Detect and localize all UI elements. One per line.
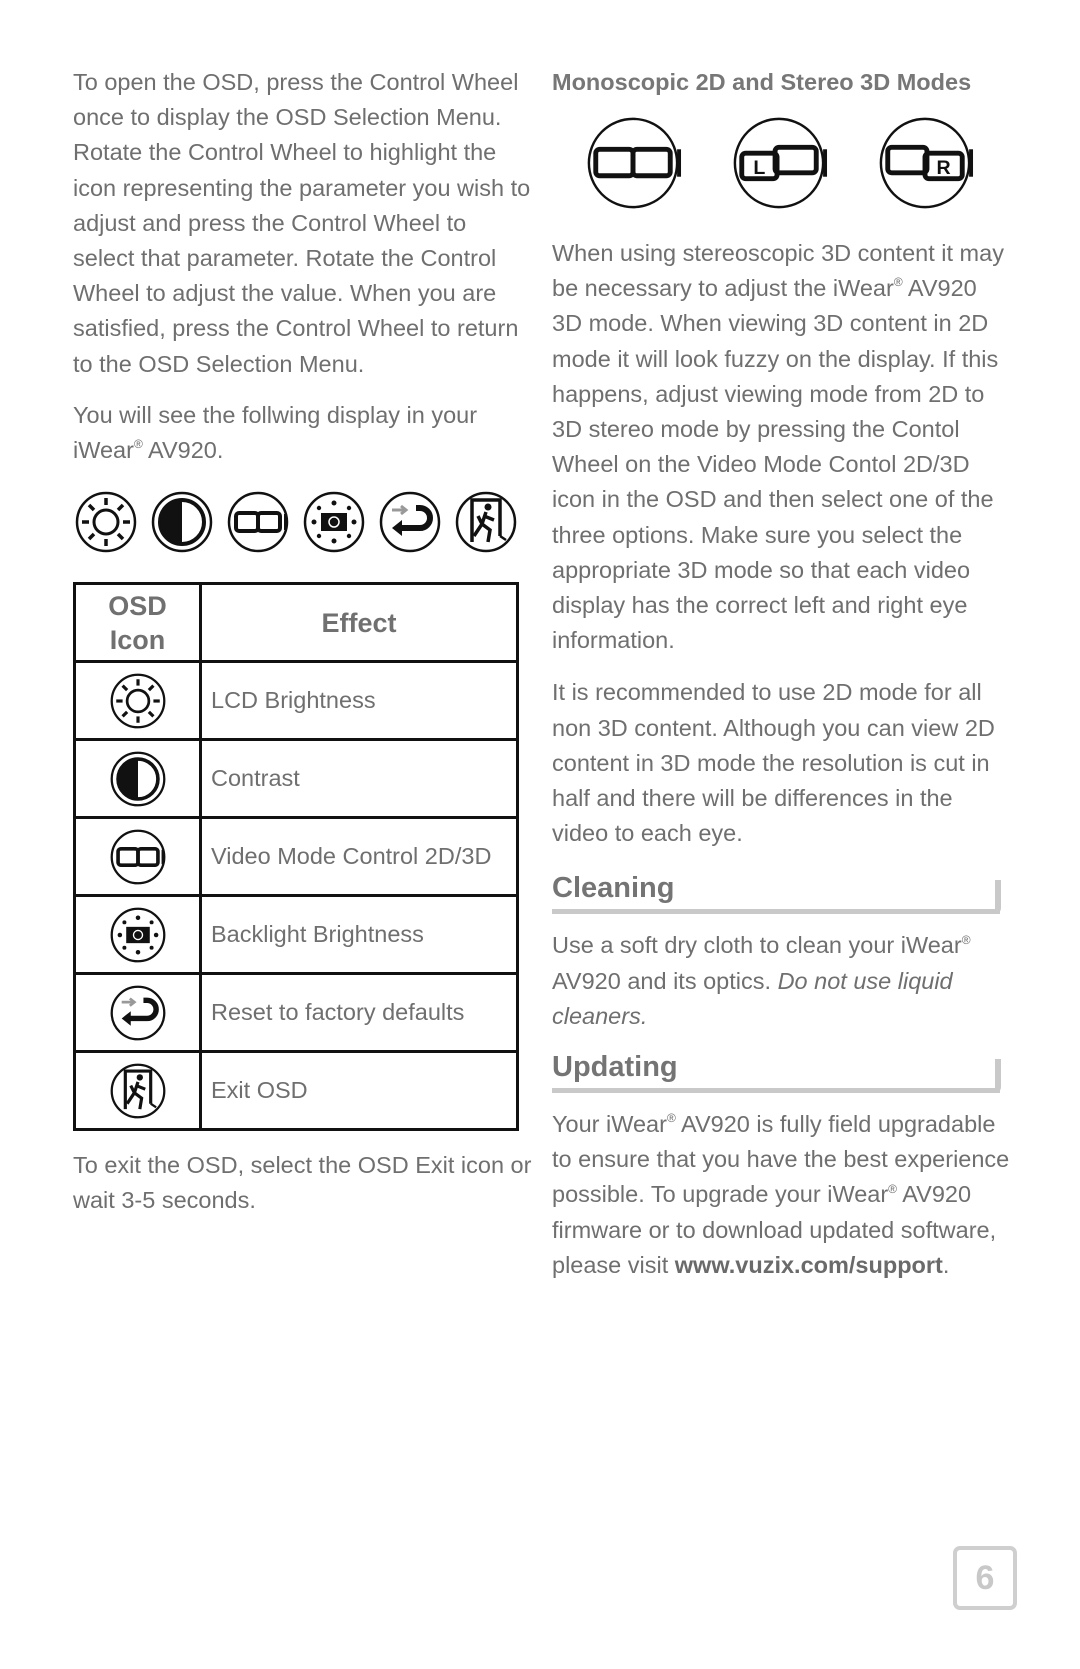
cleaning-heading: Cleaning <box>552 872 675 905</box>
glasses-icon <box>109 828 167 886</box>
right-eye-letter: R <box>937 157 951 179</box>
exit-door-icon <box>109 1062 167 1120</box>
table-row: Backlight Brightness <box>73 894 519 976</box>
exit-door-icon <box>454 490 518 554</box>
updating-section-header: Updating <box>552 1044 1001 1094</box>
glasses-2d-icon <box>584 114 682 212</box>
left-column: To open the OSD, press the Control Wheel… <box>73 65 533 1219</box>
stereo-paragraph: When using stereoscopic 3D content it ma… <box>552 240 1004 654</box>
cleaning-paragraph: Use a soft dry cloth to clean your iWear… <box>552 932 971 1029</box>
updating-heading: Updating <box>552 1051 678 1084</box>
table-row: Contrast <box>73 738 519 820</box>
header-effect: Effect <box>199 582 519 664</box>
reset-arrow-icon <box>378 490 442 554</box>
backlight-icon <box>302 490 366 554</box>
table-row: Video Mode Control 2D/3D <box>73 816 519 898</box>
page-number: 6 <box>953 1546 1017 1610</box>
osd-icon-strip <box>74 490 533 554</box>
table-header-row: OSD Icon Effect <box>73 582 519 664</box>
recommend-paragraph: It is recommended to use 2D mode for all… <box>552 679 995 847</box>
effect-cell: Video Mode Control 2D/3D <box>199 816 519 898</box>
sun-icon <box>74 490 138 554</box>
mode-icon-row: L R <box>584 114 1012 212</box>
osd-icon-table: OSD Icon Effect LCD Brightness Contrast V… <box>73 582 519 1132</box>
glasses-icon <box>226 490 290 554</box>
right-column: Monoscopic 2D and Stereo 3D Modes L R Wh… <box>552 65 1012 1283</box>
effect-cell: Contrast <box>199 738 519 820</box>
osd-intro-paragraph: To open the OSD, press the Control Wheel… <box>73 69 531 377</box>
modes-heading: Monoscopic 2D and Stereo 3D Modes <box>552 69 972 95</box>
sun-icon <box>109 672 167 730</box>
table-row: LCD Brightness <box>73 660 519 742</box>
effect-cell: Backlight Brightness <box>199 894 519 976</box>
support-url-link[interactable]: www.vuzix.com/support <box>675 1252 943 1278</box>
contrast-icon <box>150 490 214 554</box>
reset-arrow-icon <box>109 984 167 1042</box>
header-osd-icon: OSD Icon <box>73 582 202 664</box>
backlight-icon <box>109 906 167 964</box>
table-row: Reset to factory defaults <box>73 972 519 1054</box>
effect-cell: Exit OSD <box>199 1050 519 1132</box>
table-row: Exit OSD <box>73 1050 519 1132</box>
display-intro-paragraph: You will see the follwing display in you… <box>73 401 478 464</box>
glasses-right-icon: R <box>876 114 974 212</box>
exit-osd-paragraph: To exit the OSD, select the OSD Exit ico… <box>73 1152 532 1214</box>
contrast-icon <box>109 750 167 808</box>
effect-cell: Reset to factory defaults <box>199 972 519 1054</box>
left-eye-letter: L <box>753 157 765 179</box>
updating-paragraph: Your iWear® AV920 is fully field upgrada… <box>552 1111 1010 1278</box>
glasses-left-icon: L <box>730 114 828 212</box>
effect-cell: LCD Brightness <box>199 660 519 742</box>
cleaning-section-header: Cleaning <box>552 865 1001 915</box>
